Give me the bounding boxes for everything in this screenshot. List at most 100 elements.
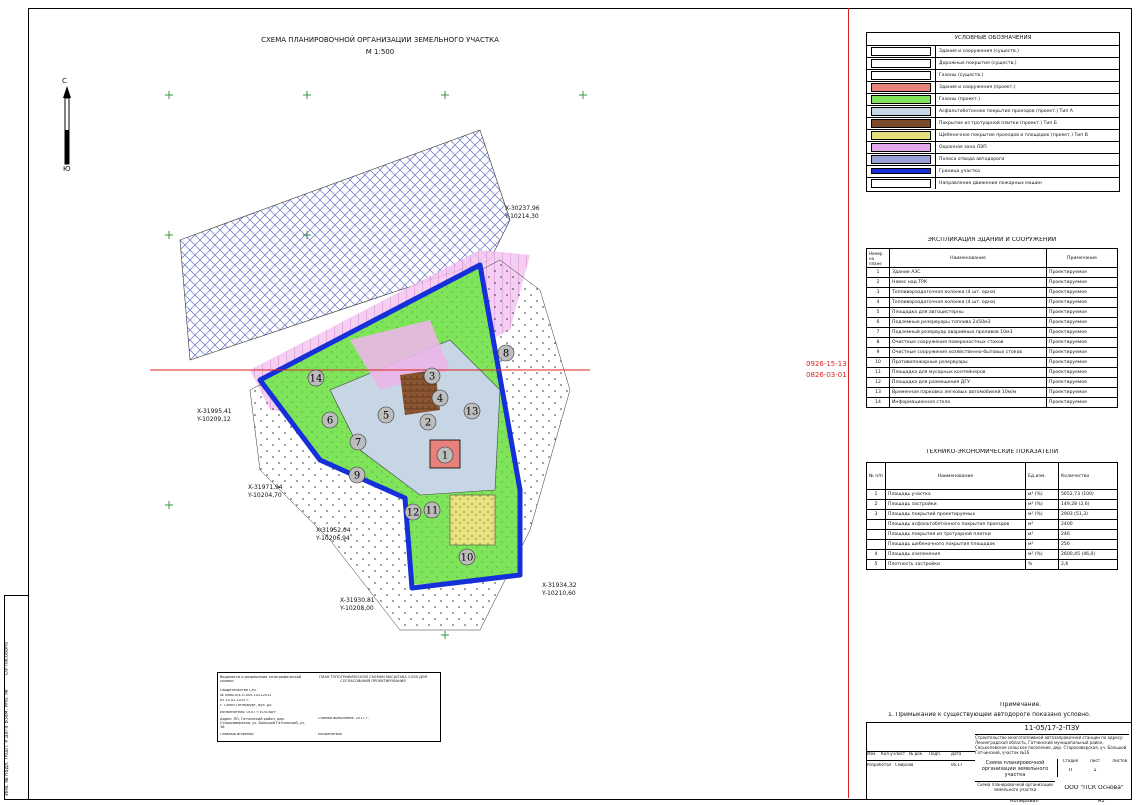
table-row: 10 Противопожарные резервуары Проектируемо… [866, 357, 1118, 368]
table-cell: м² (%) [1025, 489, 1059, 500]
table-cell: Площадь участка [885, 489, 1026, 500]
table-cell: 11 [866, 367, 890, 378]
legend-label: Здания и сооружения (существ.) [935, 45, 1119, 57]
legend-label: Газоны (существ.) [935, 69, 1119, 81]
legend-label: Граница участка [935, 165, 1119, 177]
site-label: 2 [425, 418, 431, 429]
title-block: 11-05/17-2-ПЗУ Строительство многотоплив… [866, 722, 1132, 800]
title-columns: Изм. Кол.уч Лист № док. Подп. Дата [867, 751, 975, 761]
table-row: 11 Площадка для мусорных контейнеров Проек… [866, 367, 1118, 378]
notes-text: 1. Примыкание к существующей автодороге … [888, 712, 1091, 718]
table-cell: Площадь застройки [885, 499, 1026, 510]
site-label: 12 [407, 508, 420, 519]
coord-5-x: X-31930,81 [340, 597, 375, 604]
table-cell [866, 529, 886, 540]
legend-row: Граница участка [867, 164, 1119, 177]
project-description: Строительство многотопливной автозаправо… [975, 734, 1129, 757]
table-cell: м² (%) [1025, 509, 1059, 520]
stamp-line-5: Исполнитель: ООО "ГЕОПЛАН" [220, 711, 277, 714]
table-cell: 256 [1058, 539, 1118, 550]
site-label: 5 [383, 411, 389, 422]
table-cell: Проектируемое [1046, 397, 1118, 408]
table-cell: Плотность застройки [885, 559, 1026, 570]
sheet-header: Лист [1089, 759, 1101, 763]
legend-label: Полоса отвода автодороги [935, 153, 1119, 165]
legend-label: Щебеночное покрытие проездов и площадок … [935, 129, 1119, 141]
explication-table: Номер на плане Наименование Примечание 1… [866, 248, 1118, 408]
sheet-value: 1 [1093, 767, 1097, 773]
col-date: Дата [951, 752, 962, 756]
site-label: 10 [461, 553, 474, 564]
site-label: 4 [437, 394, 443, 405]
tep-header-row: № п/п Наименование Ед.изм. Количество [866, 462, 1118, 490]
table-cell: Площадь озеленения [885, 549, 1026, 560]
developer-date: 06.17 [951, 763, 963, 767]
tep-header-unit: Ед.изм. [1025, 462, 1059, 490]
table-cell: 5 [866, 559, 886, 570]
table-row: Площадь асфальтобетонного покрытия проез… [866, 519, 1118, 530]
legend-row: Здания и сооружения (проект.) [867, 80, 1119, 93]
table-cell: Навес над ТРК [889, 277, 1047, 288]
stage-value: П [1068, 767, 1073, 773]
table-cell: 1 [866, 489, 886, 500]
legend-label: Покрытие из тротуарной плитки (проект.) … [935, 117, 1119, 129]
section-label-bottom: 0826-03-01 [806, 371, 847, 379]
coord-3-y: Y-10204,70 [248, 492, 282, 499]
table-cell: 2903 (51,3) [1058, 509, 1118, 520]
site-label: 13 [466, 407, 479, 418]
legend-swatch [871, 106, 931, 116]
table-cell: 7 [866, 327, 890, 338]
site-label: 9 [354, 471, 360, 482]
section-label-top: 0926-15-13 [806, 360, 847, 368]
sheet-title: Схема планировочной организации земельно… [981, 760, 1049, 778]
table-cell: Топливораздаточная колонка (4 шт. одна) [889, 297, 1047, 308]
table-cell: 4 [866, 297, 890, 308]
drawing-title: СХЕМА ПЛАНИРОВОЧНОЙ ОРГАНИЗАЦИИ ЗЕМЕЛЬНО… [261, 36, 499, 44]
table-cell: 149,28 (2,6) [1058, 499, 1118, 510]
coord-6-y: Y-10210,60 [542, 590, 576, 597]
legend-row: Щебеночное покрытие проездов и площадок … [867, 128, 1119, 141]
legend-row: Здания и сооружения (существ.) [867, 44, 1119, 57]
legend-swatch [871, 70, 931, 80]
table-row: Площадь покрытия из тротуарной плитки м² 2… [866, 529, 1118, 540]
table-cell: Проектируемое [1046, 317, 1118, 328]
table-cell: 3 [866, 287, 890, 298]
table-row: 1 Здание АЗС Проектируемое [866, 267, 1118, 278]
table-row: 13 Временная парковка легковых автомобиле… [866, 387, 1118, 398]
table-row: 5 Площадка для автоцистерны Проектируемое [866, 307, 1118, 318]
table-cell: 14 [866, 397, 890, 408]
col-kol: Кол.уч [881, 752, 895, 756]
legend-rows: Здания и сооружения (существ.) Дорожные п… [867, 44, 1119, 189]
legend-swatch [871, 142, 931, 152]
table-cell: 10 [866, 357, 890, 368]
table-cell: Проектируемое [1046, 347, 1118, 358]
legend-swatch [871, 168, 931, 174]
table-cell: 3 [866, 509, 886, 520]
legend-label: Газоны (проект.) [935, 93, 1119, 105]
table-cell: Площадь щебеночного покрытия площадок [885, 539, 1026, 550]
table-cell: Подземные резервуары топлива 2х50м3 [889, 317, 1047, 328]
table-row: 7 Подземный резервуар аварийных проливов … [866, 327, 1118, 338]
table-row: 12 Площадка для размещения ДГУ Проектируем… [866, 377, 1118, 388]
site-label: 7 [355, 438, 361, 449]
table-cell: Временная парковка легковых автомобилей … [889, 387, 1047, 398]
legend-row: Газоны (существ.) [867, 68, 1119, 81]
table-cell: Информационная стела [889, 397, 1047, 408]
table-cell: Проектируемое [1046, 267, 1118, 278]
role-label: Разработал [867, 763, 892, 767]
table-cell [866, 539, 886, 550]
table-row: 5 Плотность застройки% 2,6 [866, 559, 1118, 570]
legend-swatch [871, 46, 931, 56]
col-doc: № док. [909, 752, 924, 756]
sheet-subtitle: Схема планировочной организации земельно… [975, 781, 1055, 794]
table-row: 2 Площадь застройки м² (%) 149,28 (2,6) [866, 499, 1118, 510]
table-cell: 13 [866, 387, 890, 398]
coord-2-y: Y-10209,12 [197, 416, 231, 423]
tep-header-num: № п/п [866, 462, 886, 490]
legend-swatch [871, 58, 931, 68]
col-list: Лист [895, 752, 906, 756]
table-cell: 246 [1058, 529, 1118, 540]
legend-title: УСЛОВНЫЕ ОБОЗНАЧЕНИЯ [954, 35, 1032, 41]
sheets-header: Листов [1112, 759, 1128, 763]
table-row: 3 Площадь покрытий проектируемых м² (%) 290… [866, 509, 1118, 520]
